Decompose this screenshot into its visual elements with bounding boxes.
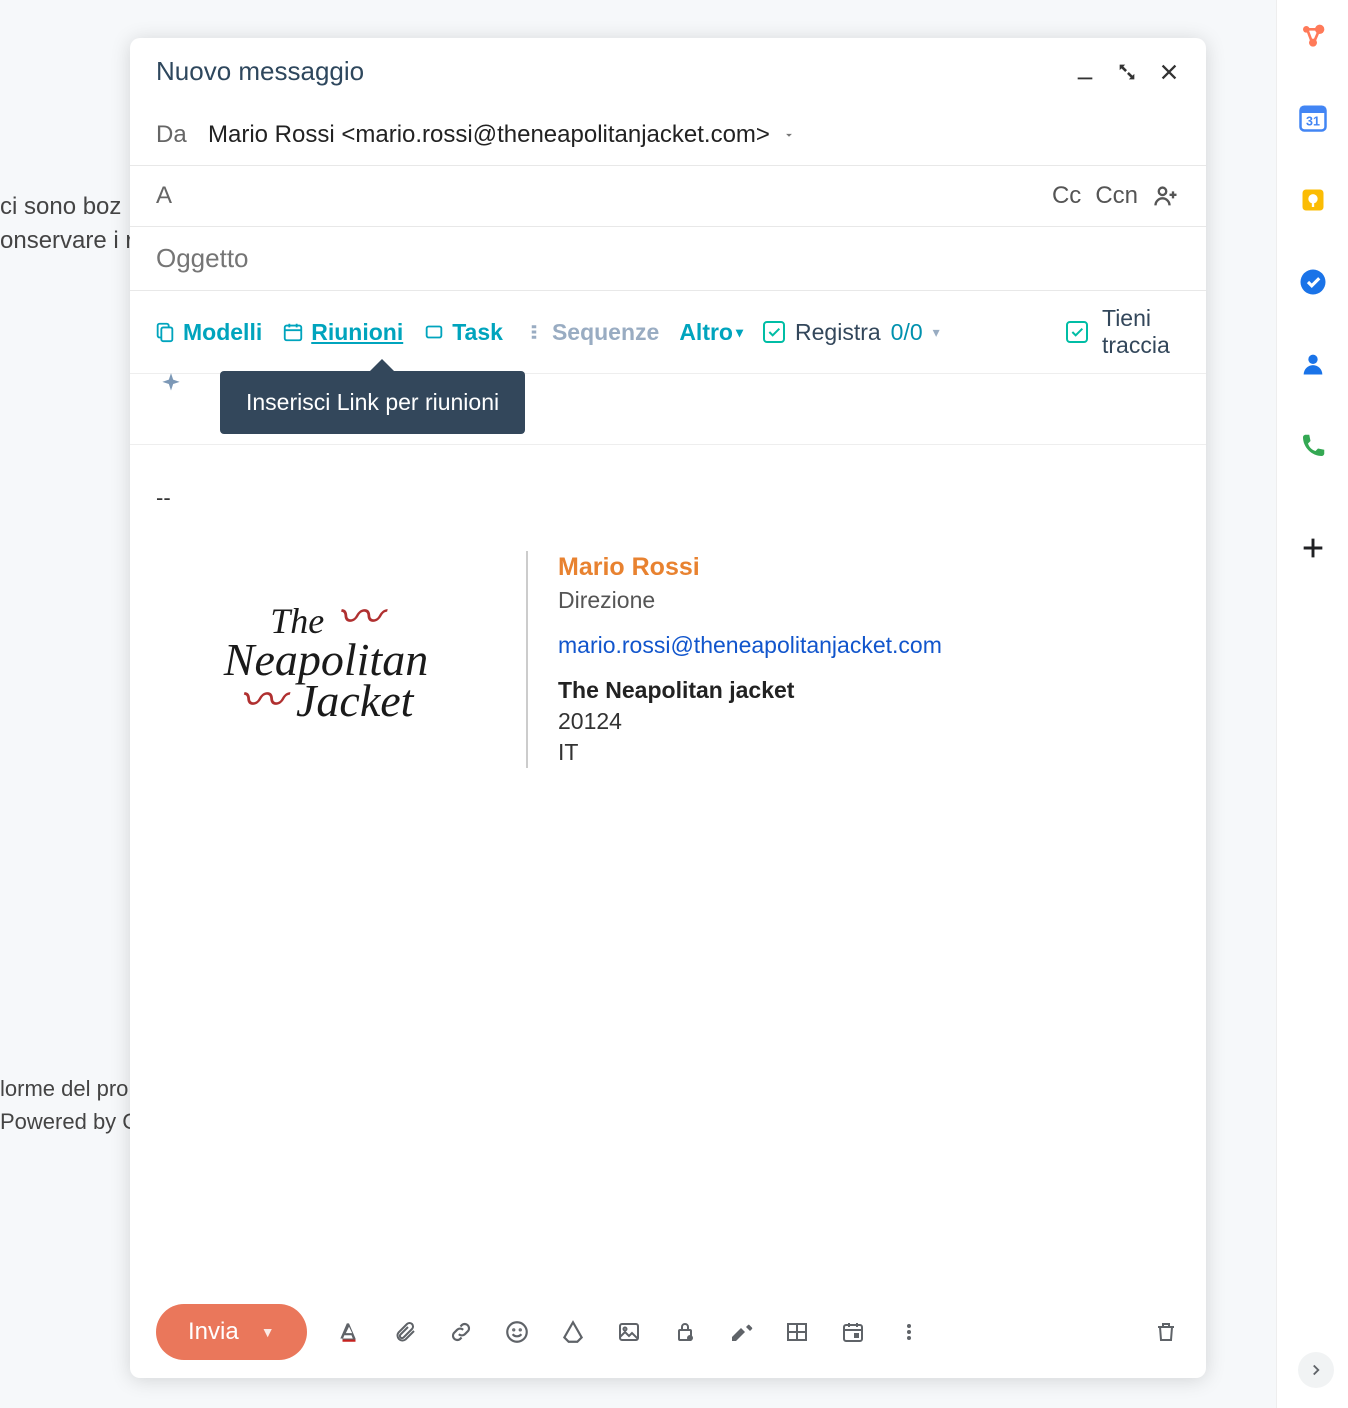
attach-file-icon[interactable] (391, 1318, 419, 1346)
signature-country: IT (558, 737, 942, 768)
ccn-button[interactable]: Ccn (1095, 182, 1138, 210)
email-body[interactable]: -- The 〰 Neapolitan 〰 Jacket Mario Rossi… (130, 444, 1206, 1286)
phone-sidebar-icon[interactable] (1295, 428, 1331, 464)
ai-sparkle-icon[interactable] (158, 371, 184, 397)
minimize-button[interactable] (1074, 61, 1096, 83)
schedule-send-icon[interactable] (839, 1318, 867, 1346)
insert-emoji-icon[interactable] (503, 1318, 531, 1346)
layout-icon[interactable] (783, 1318, 811, 1346)
signature-block: The 〰 Neapolitan 〰 Jacket Mario Rossi Di… (156, 551, 1180, 768)
altro-label: Altro (679, 319, 733, 346)
sequence-icon (523, 321, 545, 343)
close-button[interactable] (1158, 61, 1180, 83)
hubspot-sidebar-icon[interactable] (1295, 18, 1331, 54)
registra-dropdown-icon[interactable]: ▾ (933, 324, 940, 341)
send-label: Invia (188, 1318, 239, 1346)
to-row: A Cc Ccn (130, 166, 1206, 227)
signature-logo: The 〰 Neapolitan 〰 Jacket (156, 551, 496, 768)
send-button[interactable]: Invia ▼ (156, 1304, 307, 1360)
from-label: Da (156, 121, 196, 149)
from-dropdown-icon[interactable] (782, 128, 796, 142)
track-group[interactable]: Tieni traccia (1066, 305, 1182, 359)
track-label: Tieni traccia (1102, 305, 1182, 359)
insert-image-icon[interactable] (615, 1318, 643, 1346)
background-fragment-bottom: lorme del pro Powered by C (0, 1072, 138, 1138)
add-contact-icon[interactable] (1152, 182, 1180, 210)
compose-window: Nuovo messaggio Da Mario Rossi <mario.ro… (130, 38, 1206, 1378)
more-options-icon[interactable] (895, 1318, 923, 1346)
expand-button[interactable] (1116, 61, 1138, 83)
signature-divider (526, 551, 528, 768)
format-text-icon[interactable] (335, 1318, 363, 1346)
templates-icon (154, 321, 176, 343)
altro-button[interactable]: Altro ▾ (679, 319, 743, 346)
insert-drive-icon[interactable] (559, 1318, 587, 1346)
add-app-icon[interactable] (1295, 530, 1331, 566)
track-checkbox[interactable] (1066, 321, 1088, 343)
keep-sidebar-icon[interactable] (1295, 182, 1331, 218)
signature-postal: 20124 (558, 706, 942, 737)
signature-details: Mario Rossi Direzione mario.rossi@thenea… (558, 551, 942, 768)
sequenze-button[interactable]: Sequenze (523, 319, 659, 346)
modelli-button[interactable]: Modelli (154, 319, 262, 346)
task-label: Task (452, 319, 503, 346)
cc-button[interactable]: Cc (1052, 182, 1081, 210)
registra-group[interactable]: Registra 0/0 ▾ (763, 319, 940, 346)
background-fragment: ci sono boz onservare i r (0, 190, 133, 257)
from-row: Da Mario Rossi <mario.rossi@theneapolita… (130, 105, 1206, 166)
signature-role: Direzione (558, 585, 942, 616)
compose-title: Nuovo messaggio (156, 56, 364, 87)
signature-email[interactable]: mario.rossi@theneapolitanjacket.com (558, 630, 942, 661)
modelli-label: Modelli (183, 319, 262, 346)
registra-label: Registra (795, 319, 881, 346)
insert-signature-icon[interactable] (727, 1318, 755, 1346)
send-dropdown-icon[interactable]: ▼ (261, 1324, 275, 1340)
collapse-panel-icon[interactable] (1298, 1352, 1334, 1388)
subject-row (130, 227, 1206, 291)
insert-link-icon[interactable] (447, 1318, 475, 1346)
riunioni-button[interactable]: Riunioni (282, 319, 403, 346)
svg-text:31: 31 (1306, 115, 1320, 129)
riunioni-tooltip: Inserisci Link per riunioni (220, 371, 525, 434)
to-label[interactable]: A (156, 182, 196, 210)
sequenze-label: Sequenze (552, 319, 659, 346)
window-controls (1074, 61, 1180, 83)
compose-header: Nuovo messaggio (130, 38, 1206, 105)
confidential-mode-icon[interactable] (671, 1318, 699, 1346)
signature-company: The Neapolitan jacket (558, 675, 942, 706)
compose-footer: Invia ▼ (130, 1286, 1206, 1378)
signature-separator: -- (156, 485, 1180, 511)
hubspot-toolbar: Modelli Riunioni Task Sequenze Altro ▾ (130, 291, 1206, 374)
calendar-icon (282, 321, 304, 343)
riunioni-label: Riunioni (311, 319, 403, 346)
side-panel: 31 (1276, 0, 1348, 1408)
signature-name: Mario Rossi (558, 551, 942, 585)
task-button[interactable]: Task (423, 319, 503, 346)
task-icon (423, 321, 445, 343)
from-value[interactable]: Mario Rossi <mario.rossi@theneapolitanja… (208, 121, 770, 149)
contacts-sidebar-icon[interactable] (1295, 346, 1331, 382)
tasks-sidebar-icon[interactable] (1295, 264, 1331, 300)
chevron-down-icon: ▾ (736, 324, 743, 341)
calendar-sidebar-icon[interactable]: 31 (1295, 100, 1331, 136)
discard-draft-icon[interactable] (1152, 1318, 1180, 1346)
registra-checkbox[interactable] (763, 321, 785, 343)
subject-input[interactable] (156, 243, 1180, 274)
registra-count: 0/0 (891, 319, 923, 346)
